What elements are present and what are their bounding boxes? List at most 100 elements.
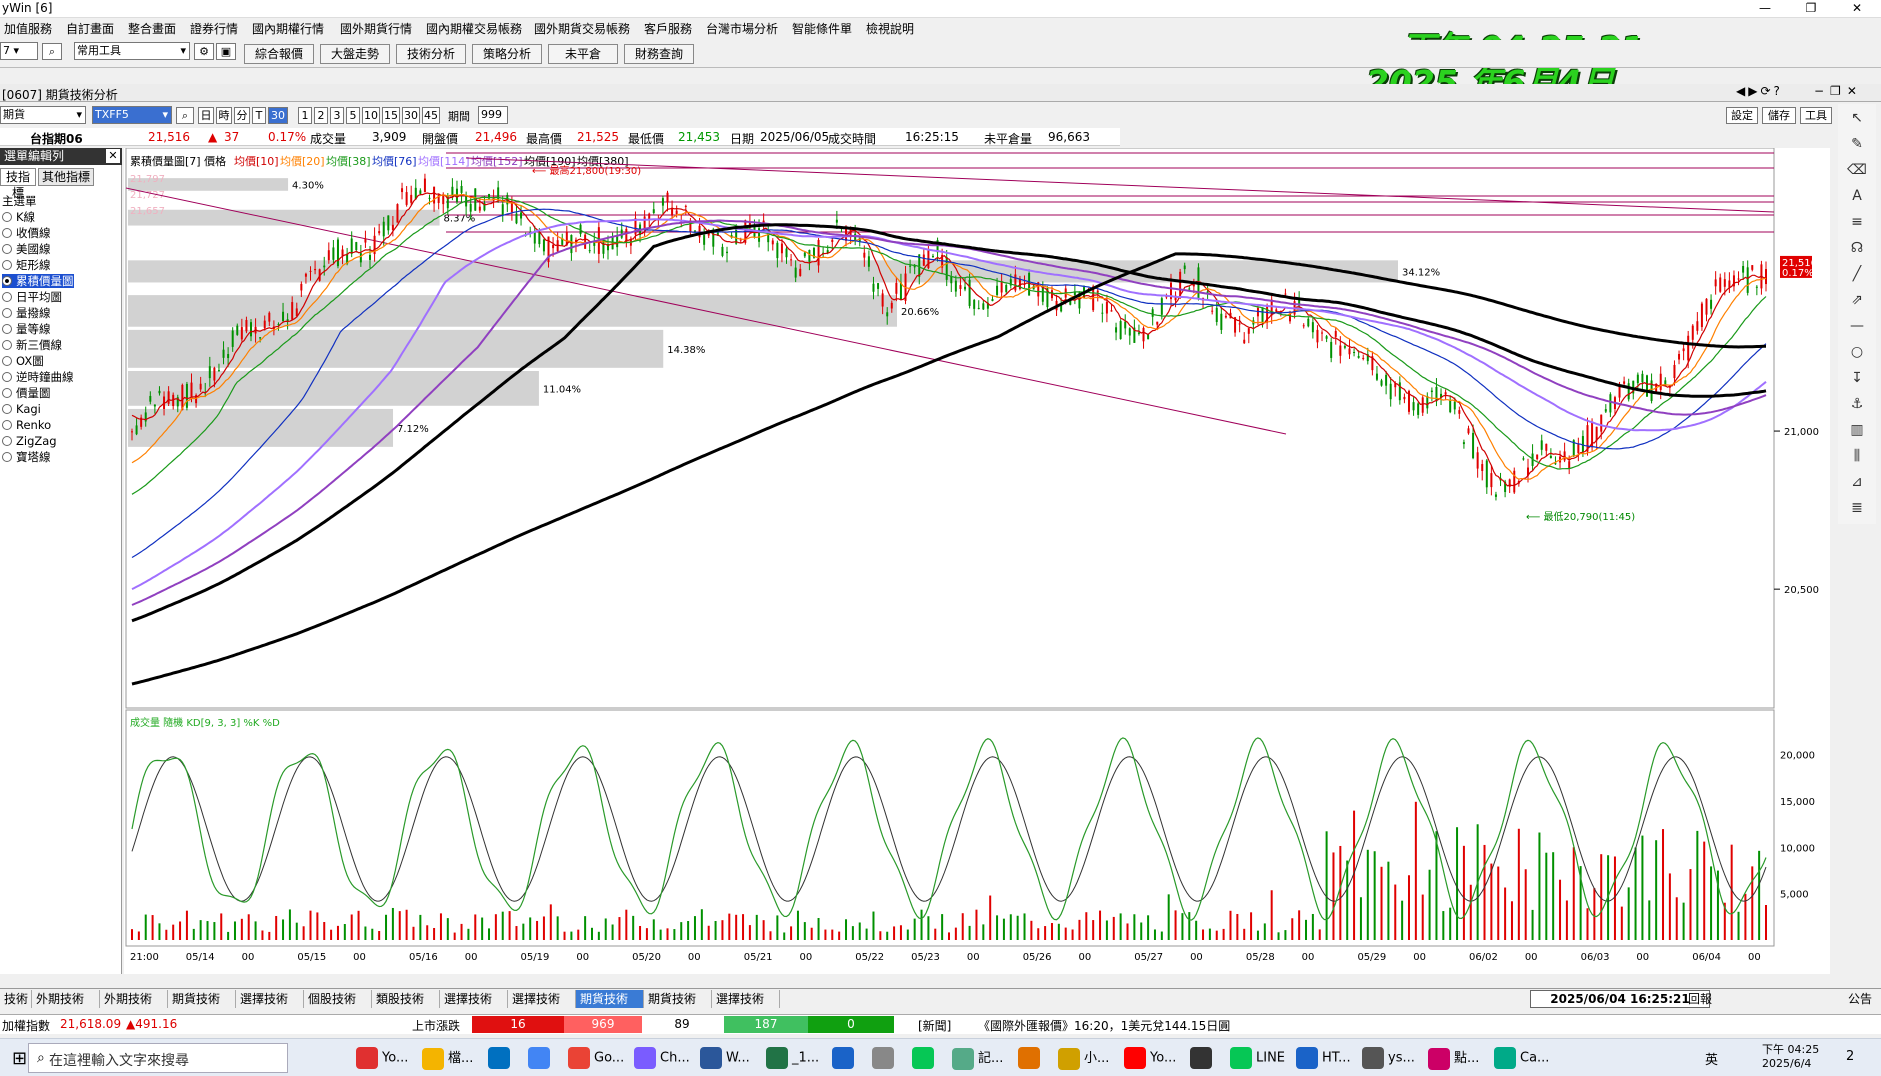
period-button[interactable]: 15 [382,107,400,124]
menu-item[interactable]: 整合畫面 [128,20,176,37]
radio-icon[interactable] [2,372,12,382]
taskbar-app[interactable]: LINE [1230,1047,1285,1069]
indicator-menu-item[interactable]: 日平均圖 [2,290,62,304]
bottom-tab[interactable]: 選擇技術 [508,990,576,1008]
bottom-tab[interactable]: 外期技術 [100,990,168,1008]
radio-icon[interactable] [2,356,12,366]
indicator-menu-item[interactable]: OX圖 [2,354,44,368]
reply-button[interactable]: 回報 [1688,990,1712,1007]
symbol-input[interactable]: TXFF5 ▾ [92,106,172,124]
radio-icon[interactable] [2,244,12,254]
radio-icon[interactable] [2,276,12,286]
indicator-menu-item[interactable]: 逆時鐘曲線 [2,370,74,384]
minimize-button[interactable]: — [1742,0,1788,18]
taskbar-app[interactable]: Ch... [634,1047,690,1069]
settings-button[interactable]: 設定 [1726,107,1758,124]
menu-item[interactable]: 智能條件單 [792,20,852,37]
taskbar-app[interactable]: 點... [1428,1047,1479,1070]
indicator-menu-item[interactable]: 量等線 [2,322,51,336]
tool-combo[interactable]: 常用工具 ▾ [74,42,190,60]
period-button[interactable]: 分 [234,107,250,124]
draw-tool-icon[interactable]: ▥ [1846,420,1868,440]
period-button[interactable]: 1 [298,107,312,124]
radio-icon[interactable] [2,212,12,222]
menu-item[interactable]: 國內期權行情 [252,20,324,37]
indicator-menu-item[interactable]: 主選單 [2,194,37,208]
bottom-tab[interactable]: 選擇技術 [440,990,508,1008]
draw-tool-icon[interactable]: ○ [1846,342,1868,362]
chart-svg[interactable]: 累積價量圖[7] 價格 均價[10] 均價[20] 均價[38] 均價[76] 均價[11… [124,147,1830,974]
taskbar-app[interactable] [1018,1047,1044,1069]
draw-tool-icon[interactable]: ╱ [1846,264,1868,284]
bottom-tab[interactable]: 選擇技術 [236,990,304,1008]
radio-icon[interactable] [2,388,12,398]
menu-item[interactable]: 檢視說明 [866,20,914,37]
indicator-menu-item[interactable]: 收價線 [2,226,51,240]
taskbar-app[interactable]: 小... [1058,1047,1109,1070]
save-button[interactable]: 儲存 [1762,107,1796,124]
taskbar-app[interactable]: Yo... [1124,1047,1176,1069]
bottom-tab[interactable]: 外期技術 [32,990,100,1008]
toolbar-button[interactable]: 技術分析 [396,44,466,64]
period-button[interactable]: 3 [330,107,344,124]
preview-icon[interactable]: ⌕ [42,43,62,60]
search-icon[interactable]: ⌕ [176,107,194,124]
period-button[interactable]: 2 [314,107,328,124]
period-button[interactable]: 日 [198,107,214,124]
notification-badge[interactable]: 2 [1846,1049,1854,1064]
draw-tool-icon[interactable]: ≣ [1846,498,1868,518]
indicator-menu-item[interactable]: ZigZag [2,434,57,448]
window-icon[interactable]: ▣ [216,43,236,60]
draw-tool-icon[interactable]: ⊿ [1846,472,1868,492]
close-icon[interactable]: ✕ [106,149,120,163]
indicator-menu-item[interactable]: Renko [2,418,51,432]
bottom-tab[interactable]: 期貨技術 [168,990,236,1008]
chart-area[interactable]: 累積價量圖[7] 價格 均價[10] 均價[20] 均價[38] 均價[76] 均價[11… [124,147,1830,974]
draw-tool-icon[interactable]: ⇗ [1846,290,1868,310]
menu-item[interactable]: 加值服務 [4,20,52,37]
taskbar-app[interactable]: HT... [1296,1047,1351,1069]
period-button[interactable]: 5 [346,107,360,124]
taskbar-app[interactable]: W... [700,1047,750,1069]
maximize-button[interactable]: ❐ [1788,0,1834,18]
draw-tool-icon[interactable]: ✎ [1846,134,1868,154]
indicator-menu-item[interactable]: 矩形線 [2,258,51,272]
draw-tool-icon[interactable]: A [1846,186,1868,206]
draw-tool-icon[interactable]: ⌫ [1846,160,1868,180]
radio-icon[interactable] [2,452,12,462]
menu-item[interactable]: 證券行情 [190,20,238,37]
period-button[interactable]: 30 [268,107,288,124]
bottom-tab[interactable]: 技術 [0,990,32,1008]
taskbar-app[interactable] [872,1047,898,1069]
menu-item[interactable]: 客戶服務 [644,20,692,37]
menu-item[interactable]: 自訂畫面 [66,20,114,37]
gear-icon[interactable]: ⚙ [194,43,214,60]
tab-tech-indicators[interactable]: 技指標 [0,168,36,200]
indicator-menu-item[interactable]: 寶塔線 [2,450,51,464]
toolbar-button[interactable]: 大盤走勢 [320,44,390,64]
product-type-select[interactable]: 期貨 ▾ [0,106,86,124]
bottom-tab[interactable]: 期貨技術 [644,990,712,1008]
taskbar-app[interactable]: 檔... [422,1047,473,1070]
bottom-tab[interactable]: 個股技術 [304,990,372,1008]
taskbar-app[interactable]: Go... [568,1047,624,1069]
period-button[interactable]: T [252,107,266,124]
menu-item[interactable]: 國外期貨交易帳務 [534,20,630,37]
indicator-menu-item[interactable]: 新三價線 [2,338,62,352]
taskbar-app[interactable]: 記... [952,1047,1003,1070]
draw-tool-icon[interactable]: ↖ [1846,108,1868,128]
radio-icon[interactable] [2,436,12,446]
radio-icon[interactable] [2,404,12,414]
radio-icon[interactable] [2,292,12,302]
period-button[interactable]: 30 [402,107,420,124]
close-button[interactable]: ✕ [1834,0,1880,18]
toolbar-button[interactable]: 財務查詢 [624,44,694,64]
bottom-tab[interactable]: 選擇技術 [712,990,780,1008]
indicator-menu-item[interactable]: 美國線 [2,242,51,256]
indicator-menu-item[interactable]: 價量圖 [2,386,51,400]
period-button[interactable]: 45 [422,107,440,124]
period-input[interactable]: 999 [478,106,508,124]
taskbar-app[interactable] [528,1047,554,1069]
radio-icon[interactable] [2,324,12,334]
draw-tool-icon[interactable]: ≡ [1846,212,1868,232]
